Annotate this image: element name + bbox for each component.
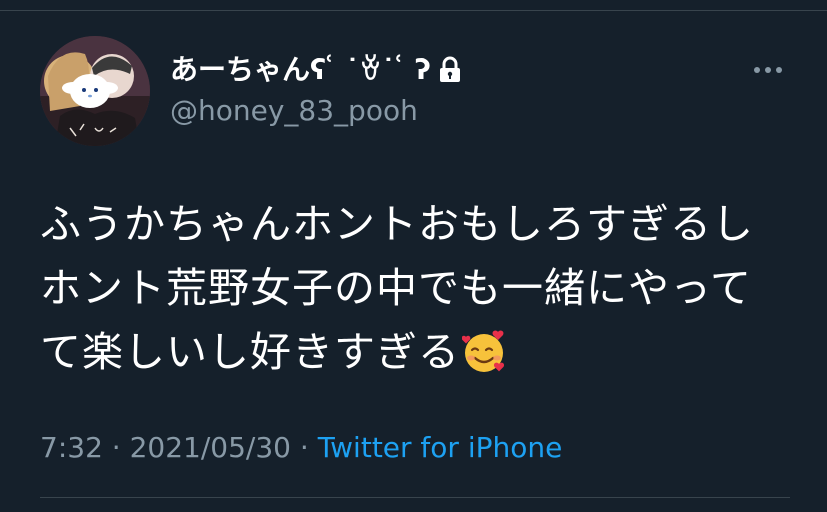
user-handle[interactable]: @honey_83_pooh — [170, 94, 418, 128]
top-divider — [0, 10, 827, 11]
meta-separator: · — [102, 431, 130, 464]
tweet-line-2: ホント荒野女子の中でも一緒にやって — [40, 264, 752, 312]
profile-photo — [40, 36, 150, 146]
smiling-face-with-hearts-icon — [462, 330, 505, 372]
tweet-detail: あーちゃんʕ ͑ ˙ꈊ˙ ͑ ʔ @honey_83_pooh ふうかちゃんホン… — [0, 0, 827, 512]
tweet-date[interactable]: 2021/05/30 — [130, 431, 291, 464]
bottom-divider — [40, 497, 790, 498]
display-name[interactable]: あーちゃんʕ ͑ ˙ꈊ˙ ͑ ʔ — [170, 53, 463, 87]
tweet-time[interactable]: 7:32 — [40, 431, 103, 464]
lock-icon — [439, 56, 460, 82]
display-name-text: あーちゃんʕ ͑ ˙ꈊ˙ ͑ ʔ — [170, 53, 431, 86]
more-horizontal-icon[interactable] — [752, 64, 784, 76]
tweet-line-1: ふうかちゃんホントおもしろすぎるし — [40, 200, 754, 248]
tweet-source-link[interactable]: Twitter for iPhone — [318, 431, 563, 464]
tweet-line-3-text: て楽しいし好きすぎる — [40, 328, 460, 376]
tweet-text: ふうかちゃんホントおもしろすぎるし ホント荒野女子の中でも一緒にやって て楽しい… — [40, 192, 800, 384]
tweet-line-3: て楽しいし好きすぎる — [40, 320, 800, 384]
avatar[interactable] — [40, 36, 150, 146]
tweet-meta: 7:32 · 2021/05/30 · Twitter for iPhone — [40, 431, 562, 465]
meta-separator: · — [290, 431, 318, 464]
